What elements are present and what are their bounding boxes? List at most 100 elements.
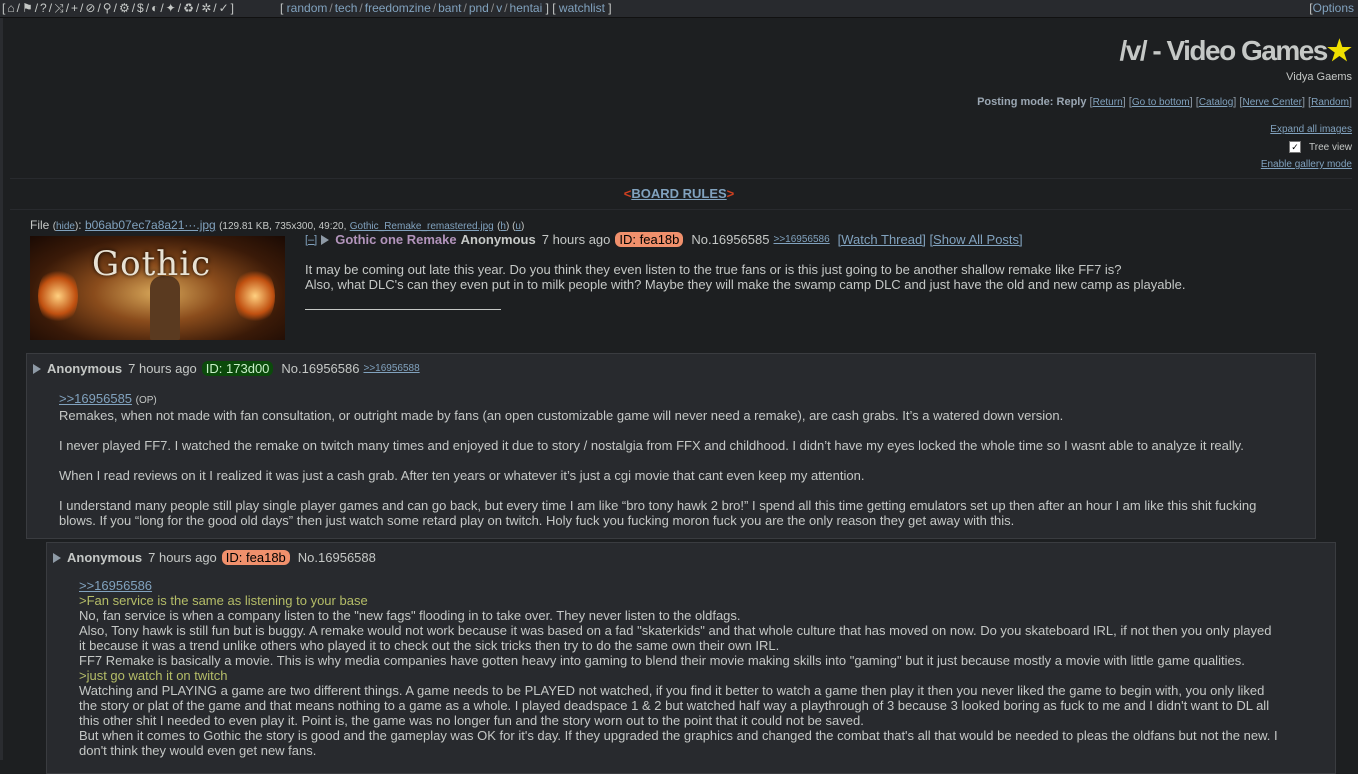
thumb-figure [150, 276, 180, 340]
nav-link-return[interactable]: Return [1093, 97, 1123, 108]
gallery-mode-link[interactable]: Enable gallery mode [1261, 159, 1352, 170]
star-icon[interactable]: ★ [1327, 35, 1352, 66]
expand-images-wrap: Expand all images [1270, 124, 1352, 135]
nav-link-go-to-bottom[interactable]: Go to bottom [1132, 97, 1190, 108]
nav-link-nerve-center[interactable]: Nerve Center [1242, 97, 1301, 108]
op-signature-line [305, 309, 501, 310]
text-line: it because it was a trend unlike others … [79, 638, 780, 653]
board-link-tech[interactable]: tech [335, 1, 358, 15]
ban-icon[interactable]: ⊘ [85, 1, 95, 15]
board-subtitle: Vidya Gaems [1286, 71, 1352, 83]
watchlist-link[interactable]: watchlist [559, 1, 605, 15]
text-line: don't think they would even get new fans… [79, 743, 317, 758]
reply-header: Anonymous 7 hours ago ID: 173d00 No.1695… [33, 361, 428, 376]
expand-triangle-icon[interactable] [53, 552, 61, 563]
dollar-icon[interactable]: $ [137, 1, 144, 15]
op-file-info: File (hide): b06ab07ec7a8a21···.jpg (129… [30, 218, 525, 232]
recycle-icon[interactable]: ♻ [183, 1, 194, 15]
board-link-hentai[interactable]: hentai [510, 1, 543, 15]
posting-mode-label: Posting mode: Reply [977, 96, 1087, 108]
original-filename-link[interactable]: Gothic_Remake_remastered.jpg [350, 221, 494, 232]
post-number[interactable]: No.16956588 [298, 550, 376, 565]
poster-id-badge[interactable]: ID: 173d00 [201, 361, 274, 376]
nav-icons: [⌂ / ⚑ /? / ⤨ / + / ⊘ / ⚲ / ⚙ / $ / ◐ / ✦ / ♻ / ✲ / ✓] [2, 1, 234, 15]
post-date: 7 hours ago [128, 361, 197, 376]
question-icon[interactable]: ? [40, 1, 47, 15]
reply-header: Anonymous 7 hours ago ID: fea18b No.1695… [53, 550, 380, 565]
poster-name: Anonymous [67, 550, 143, 565]
options-link[interactable]: Options [1313, 1, 1354, 15]
home-icon[interactable]: ⌂ [7, 1, 14, 15]
nav-link-catalog[interactable]: Catalog [1199, 97, 1233, 108]
board-link-v[interactable]: v [496, 1, 502, 15]
quote-link[interactable]: >>16956586 [79, 578, 152, 593]
post-subject: Gothic one Remake [335, 232, 457, 247]
thumb-fire-right [235, 266, 275, 326]
gallery-mode-wrap: Enable gallery mode [1261, 159, 1352, 170]
u-link[interactable]: u [515, 221, 521, 232]
bug-icon[interactable]: ✲ [201, 1, 211, 15]
tree-view-checkbox[interactable]: ✓ [1289, 141, 1302, 153]
options-link-wrap: [Options [1309, 1, 1354, 15]
post-number[interactable]: No.16956585 [691, 232, 769, 247]
expand-triangle-icon[interactable] [33, 363, 41, 374]
greentext-line: >just go watch it on twitch [79, 668, 228, 683]
board-links: [ random / tech / freedomzine / bant / pnd / v / hen… [280, 1, 612, 15]
tag-icon[interactable]: ⚑ [22, 1, 33, 15]
op-thumbnail[interactable]: Gothic [30, 236, 285, 340]
tree-view-label: Tree view [1309, 141, 1352, 153]
nav-link-random[interactable]: Random [1311, 97, 1349, 108]
shuffle-icon[interactable]: ⤨ [54, 1, 64, 15]
board-link-pnd[interactable]: pnd [469, 1, 489, 15]
watch-thread-link[interactable]: [Watch Thread] [838, 232, 926, 247]
reply-post: Anonymous 7 hours ago ID: fea18b No.1695… [46, 542, 1336, 774]
poster-id-badge[interactable]: ID: fea18b [221, 550, 290, 565]
backlink[interactable]: >>16956586 [773, 234, 829, 245]
plus-icon[interactable]: + [71, 1, 78, 15]
board-title: /v/ - Video Games★ [1119, 35, 1352, 66]
board-link-freedomzine[interactable]: freedomzine [365, 1, 431, 15]
poster-name: Anonymous [47, 361, 123, 376]
reply-post: Anonymous 7 hours ago ID: 173d00 No.1695… [26, 353, 1316, 539]
show-all-posts-link[interactable]: [Show All Posts] [929, 232, 1022, 247]
quote-link[interactable]: >>16956585 [59, 391, 132, 406]
reply-body: >>16956585 (OP) Remakes, when not made w… [59, 391, 1257, 528]
contrast-icon[interactable]: ◐ [151, 1, 158, 15]
expand-all-images-link[interactable]: Expand all images [1270, 124, 1352, 135]
board-rules: <BOARD RULES> [623, 186, 735, 201]
text-line: this other shit I needed to even play it… [79, 713, 864, 728]
board-rules-link[interactable]: BOARD RULES [631, 186, 726, 201]
text-line: No, fan service is when a company listen… [79, 608, 741, 623]
text-line: FF7 Remake is basically a movie. This is… [79, 653, 1245, 668]
post-number[interactable]: No.16956586 [281, 361, 359, 376]
board-link-random[interactable]: random [287, 1, 328, 15]
expand-triangle-icon[interactable] [321, 234, 330, 245]
text-line: the story or plat of the game and that m… [79, 698, 1270, 713]
reply-body: >>16956586 >Fan service is the same as l… [79, 578, 1278, 758]
text-line: Also, Tony hawk is still fun but is bugg… [79, 623, 1272, 638]
hide-file-link[interactable]: hide [56, 221, 75, 232]
gear-icon[interactable]: ⚙ [119, 1, 130, 15]
text-line: But when it comes to Gothic the story is… [79, 728, 1278, 743]
file-meta: (129.81 KB, 735x300, 49:20, [219, 221, 347, 232]
divider [10, 178, 1352, 179]
op-marker: (OP) [135, 395, 157, 406]
poster-name: Anonymous [460, 232, 536, 247]
divider [10, 209, 1352, 210]
twitter-icon[interactable]: ✦ [166, 1, 176, 15]
search-icon[interactable]: ⚲ [103, 1, 112, 15]
check-icon[interactable]: ✓ [219, 1, 229, 15]
top-nav-bar: [⌂ / ⚑ /? / ⤨ / + / ⊘ / ⚲ / ⚙ / $ / ◐ / ✦ / ♻ / ✲ / ✓] [ random / t… [0, 0, 1358, 18]
board-link-bant[interactable]: bant [438, 1, 461, 15]
post-date: 7 hours ago [148, 550, 217, 565]
tree-view-toggle[interactable]: ✓ Tree view [1289, 141, 1352, 153]
posting-mode-bar: Posting mode: Reply [Return] [Go to bott… [977, 96, 1352, 108]
collapse-thread-button[interactable]: [–] [305, 234, 317, 246]
left-edge-bar [0, 18, 3, 760]
poster-id-badge[interactable]: ID: fea18b [615, 232, 684, 247]
h-link[interactable]: h [500, 221, 506, 232]
greentext-line: >Fan service is the same as listening to… [79, 593, 368, 608]
backlink[interactable]: >>16956588 [363, 363, 419, 374]
op-post-header: [–] Gothic one Remake Anonymous 7 hours … [305, 232, 1023, 247]
op-filename-link[interactable]: b06ab07ec7a8a21···.jpg [85, 218, 216, 232]
